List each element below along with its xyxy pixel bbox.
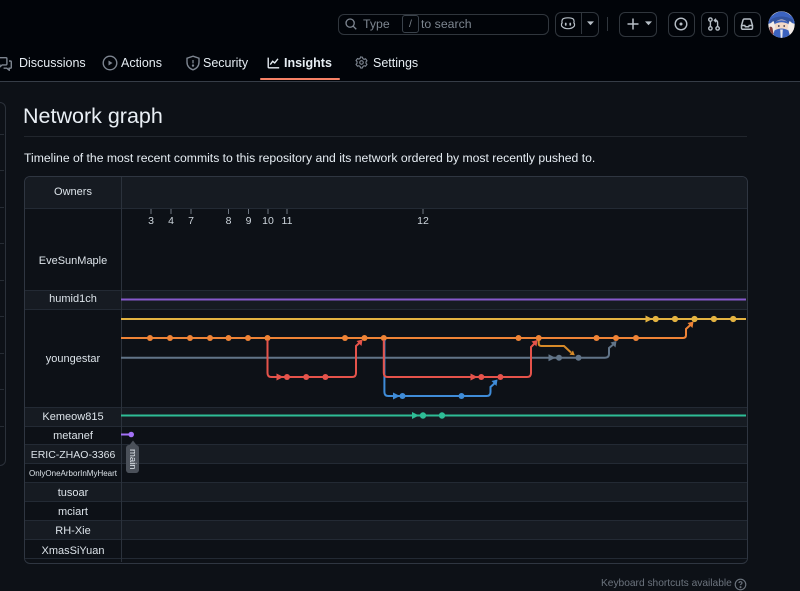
svg-text:3: 3 [148,215,154,227]
svg-text:12: 12 [417,215,429,227]
svg-text:11: 11 [282,215,293,227]
svg-text:9: 9 [246,215,252,227]
svg-text:10: 10 [262,215,274,227]
svg-text:4: 4 [168,215,174,227]
svg-text:8: 8 [226,215,232,227]
svg-text:7: 7 [188,215,194,227]
